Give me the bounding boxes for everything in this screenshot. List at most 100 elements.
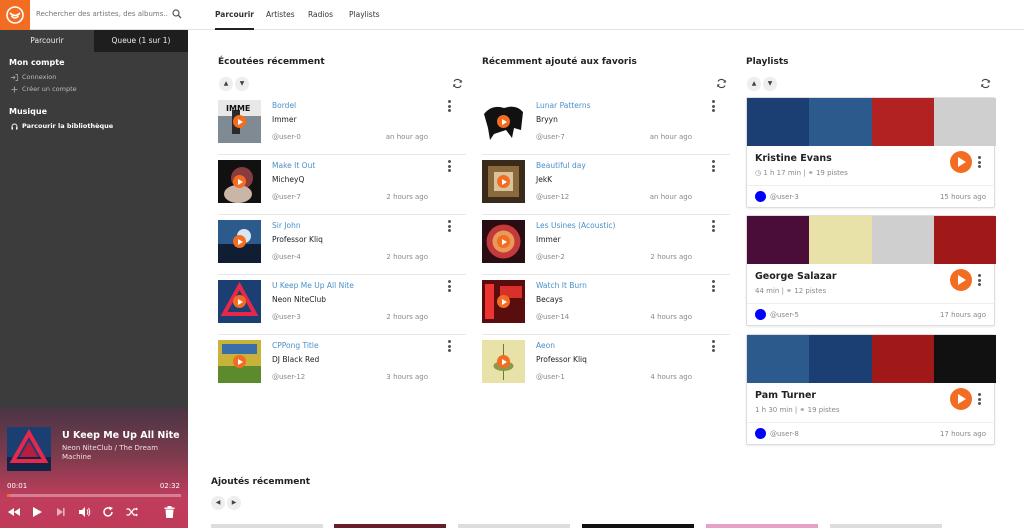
track-title[interactable]: Les Usines (Acoustic)	[536, 221, 615, 230]
play-icon[interactable]	[497, 115, 510, 128]
playlist-name[interactable]: Pam Turner	[755, 390, 816, 401]
playlist-card[interactable]: George Salazar 44 min | ⚭ 12 pistes @use…	[746, 215, 996, 326]
track-title[interactable]: Beautiful day	[536, 161, 586, 170]
avatar[interactable]	[755, 191, 766, 202]
more-options-icon[interactable]	[712, 280, 716, 293]
refresh-icon[interactable]	[980, 78, 992, 90]
search-input[interactable]	[36, 0, 168, 28]
more-options-icon[interactable]	[712, 220, 716, 233]
track-artist[interactable]: JekK	[536, 175, 552, 184]
play-icon[interactable]	[233, 355, 246, 368]
scroll-up-button[interactable]: ▲	[747, 77, 761, 91]
track-title[interactable]: Sir John	[272, 221, 301, 230]
play-icon[interactable]	[233, 235, 246, 248]
refresh-icon[interactable]	[716, 78, 728, 90]
track-user[interactable]: @user-1	[536, 373, 565, 381]
track-cover[interactable]: IMME	[218, 100, 261, 143]
track-row[interactable]: U Keep Me Up All Nite Neon NiteClub @use…	[218, 275, 466, 335]
track-row[interactable]: Aeon Professor Kliq @user-1 4 hours ago	[482, 335, 730, 395]
track-cover[interactable]	[482, 160, 525, 203]
track-row[interactable]: Sir John Professor Kliq @user-4 2 hours …	[218, 215, 466, 275]
volume-icon[interactable]	[78, 506, 91, 520]
track-row[interactable]: Beautiful day JekK @user-12 an hour ago	[482, 155, 730, 215]
track-row[interactable]: Lunar Patterns Bryyn @user-7 an hour ago	[482, 95, 730, 155]
search-icon[interactable]	[172, 9, 182, 21]
shuffle-icon[interactable]	[126, 506, 138, 520]
more-options-icon[interactable]	[712, 340, 716, 353]
app-logo[interactable]	[0, 0, 30, 30]
playlist-play-button[interactable]	[950, 151, 972, 173]
play-icon[interactable]	[497, 175, 510, 188]
sidebar-item-signup[interactable]: Créer un compte	[0, 83, 188, 95]
more-options-icon[interactable]	[978, 274, 982, 287]
scroll-up-button[interactable]: ▲	[219, 77, 233, 91]
track-artist[interactable]: Professor Kliq	[272, 235, 323, 244]
more-options-icon[interactable]	[978, 156, 982, 169]
tab-radios[interactable]: Radios	[308, 0, 333, 30]
sidebar-item-browse-library[interactable]: Parcourir la bibliothèque	[0, 120, 188, 132]
track-user[interactable]: @user-12	[272, 373, 305, 381]
track-cover[interactable]	[482, 100, 525, 143]
track-user[interactable]: @user-14	[536, 313, 569, 321]
track-title[interactable]: Bordel	[272, 101, 296, 110]
track-cover[interactable]	[482, 340, 525, 383]
track-title[interactable]: Aeon	[536, 341, 555, 350]
track-user[interactable]: @user-0	[272, 133, 301, 141]
track-cover[interactable]	[482, 220, 525, 263]
track-row[interactable]: Les Usines (Acoustic) Immer @user-2 2 ho…	[482, 215, 730, 275]
more-options-icon[interactable]	[978, 393, 982, 406]
play-icon[interactable]	[31, 506, 43, 520]
track-cover[interactable]	[482, 280, 525, 323]
next-icon[interactable]	[56, 506, 66, 520]
more-options-icon[interactable]	[448, 340, 452, 353]
track-cover[interactable]	[218, 220, 261, 263]
track-artist[interactable]: Bryyn	[536, 115, 558, 124]
repeat-icon[interactable]	[102, 506, 114, 520]
scroll-left-button[interactable]: ◀	[211, 496, 225, 510]
playlist-name[interactable]: Kristine Evans	[755, 153, 832, 164]
track-title[interactable]: CPPong Title	[272, 341, 319, 350]
scroll-down-button[interactable]: ▼	[763, 77, 777, 91]
track-cover[interactable]	[218, 160, 261, 203]
track-user[interactable]: @user-12	[536, 193, 569, 201]
play-icon[interactable]	[497, 355, 510, 368]
track-title[interactable]: Watch It Burn	[536, 281, 587, 290]
now-playing-artist-album[interactable]: Neon NiteClub / The Dream Machine	[62, 444, 180, 462]
track-cover[interactable]	[218, 340, 261, 383]
track-artist[interactable]: MicheyQ	[272, 175, 304, 184]
playlist-user[interactable]: @user-3	[770, 193, 799, 201]
playlist-play-button[interactable]	[950, 269, 972, 291]
play-icon[interactable]	[233, 115, 246, 128]
track-artist[interactable]: Neon NiteClub	[272, 295, 326, 304]
track-user[interactable]: @user-7	[536, 133, 565, 141]
playlist-user[interactable]: @user-8	[770, 430, 799, 438]
track-user[interactable]: @user-7	[272, 193, 301, 201]
trash-icon[interactable]	[164, 506, 175, 520]
playlist-card[interactable]: Pam Turner 1 h 30 min | ⚭ 19 pistes @use…	[746, 334, 996, 445]
scroll-right-button[interactable]: ▶	[227, 496, 241, 510]
track-artist[interactable]: Becays	[536, 295, 563, 304]
avatar[interactable]	[755, 428, 766, 439]
tab-playlists[interactable]: Playlists	[349, 0, 380, 30]
tab-artists[interactable]: Artistes	[266, 0, 295, 30]
playlist-play-button[interactable]	[950, 388, 972, 410]
track-artist[interactable]: Professor Kliq	[536, 355, 587, 364]
tab-browse[interactable]: Parcourir	[0, 30, 94, 52]
more-options-icon[interactable]	[712, 100, 716, 113]
scroll-down-button[interactable]: ▼	[235, 77, 249, 91]
track-artist[interactable]: Immer	[272, 115, 297, 124]
track-title[interactable]: U Keep Me Up All Nite	[272, 281, 354, 290]
play-icon[interactable]	[497, 295, 510, 308]
track-user[interactable]: @user-2	[536, 253, 565, 261]
track-row[interactable]: CPPong Title DJ Black Red @user-12 3 hou…	[218, 335, 466, 395]
track-artist[interactable]: DJ Black Red	[272, 355, 319, 364]
track-user[interactable]: @user-3	[272, 313, 301, 321]
playlist-name[interactable]: George Salazar	[755, 271, 837, 282]
refresh-icon[interactable]	[452, 78, 464, 90]
track-cover[interactable]	[218, 280, 261, 323]
more-options-icon[interactable]	[448, 220, 452, 233]
tab-browse-main[interactable]: Parcourir	[215, 0, 254, 30]
more-options-icon[interactable]	[712, 160, 716, 173]
previous-icon[interactable]	[8, 506, 20, 520]
track-artist[interactable]: Immer	[536, 235, 561, 244]
